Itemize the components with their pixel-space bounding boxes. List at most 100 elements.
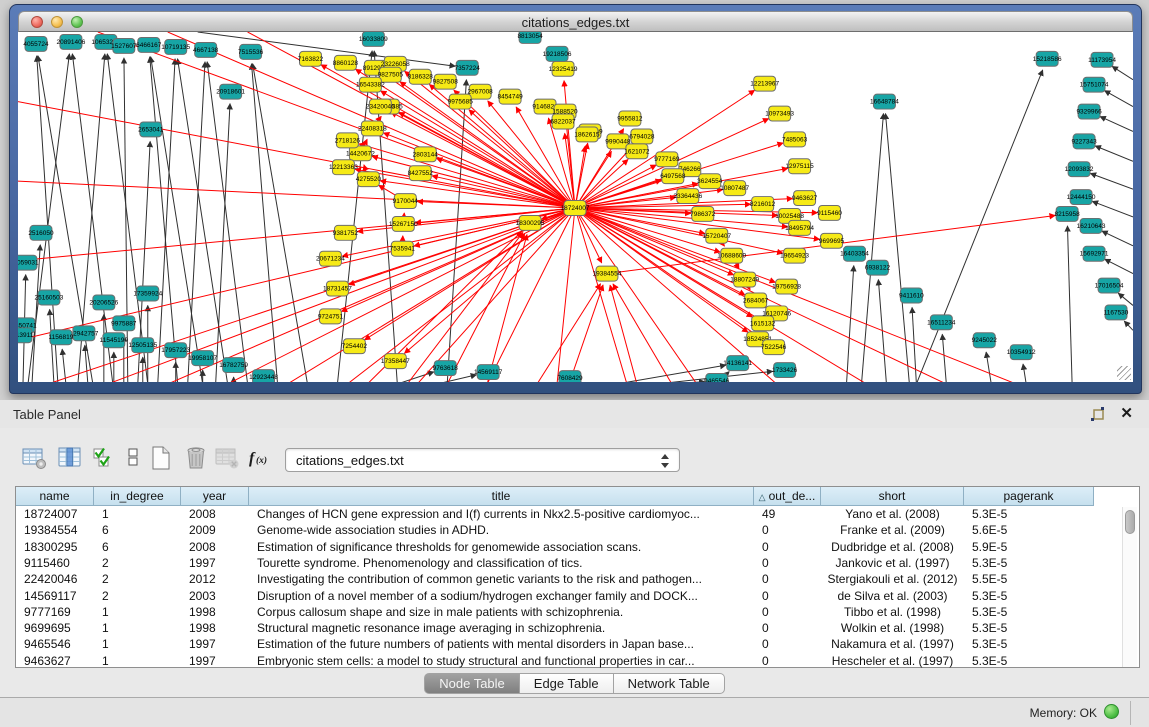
graph-node-label: 10973493 xyxy=(765,111,794,118)
table-cell: 18724007 xyxy=(16,506,94,522)
close-panel-icon[interactable]: ✕ xyxy=(1120,404,1133,422)
new-column-icon[interactable] xyxy=(148,445,174,471)
table-cell: 6 xyxy=(94,539,181,555)
table-cell: Tourette syndrome. Phenomenology and cla… xyxy=(249,555,754,571)
column-header-in-degree[interactable]: in_degree xyxy=(94,487,181,506)
table-scrollbar-thumb[interactable] xyxy=(1125,510,1135,534)
table-row[interactable]: 2242004622012Investigating the contribut… xyxy=(16,571,1124,587)
network-canvas[interactable]: 1872400716012385224083181442067242755209… xyxy=(18,32,1133,382)
graph-node-label: 8454749 xyxy=(497,94,523,101)
column-header-pagerank[interactable]: pagerank xyxy=(964,487,1094,506)
graph-node-label: 10719135 xyxy=(161,44,190,51)
graph-node-label: 9699695 xyxy=(819,238,845,245)
table-row[interactable]: 946554611997Estimation of the future num… xyxy=(16,636,1124,652)
graph-node-label: 23364436 xyxy=(673,193,702,200)
graph-node-label: 1156819 xyxy=(49,334,74,341)
graph-node-label: 18495794 xyxy=(785,225,814,232)
table-cell: Disruption of a novel member of a sodium… xyxy=(249,588,754,604)
graph-node-label: 11173954 xyxy=(1088,57,1116,64)
table-row[interactable]: 1938455462009Genome-wide association stu… xyxy=(16,522,1124,538)
table-row[interactable]: 1830029562008Estimation of significance … xyxy=(16,539,1124,555)
table-cell: 1998 xyxy=(181,604,249,620)
table-cell: 19384554 xyxy=(16,522,94,538)
network-window[interactable]: citations_edges.txt 18724007160123852240… xyxy=(9,4,1142,394)
memory-indicator[interactable] xyxy=(1104,704,1119,719)
graph-node-label: 2684067 xyxy=(743,297,769,304)
show-column-icon[interactable] xyxy=(58,445,84,471)
table-cell: 0 xyxy=(754,555,821,571)
table-cell: 0 xyxy=(754,653,821,669)
dropdown-arrows-icon xyxy=(661,452,671,470)
graph-node-label: 6497568 xyxy=(660,173,686,180)
table-cell: 2009 xyxy=(181,522,249,538)
column-header-short[interactable]: short xyxy=(821,487,964,506)
graph-node-label: 7254402 xyxy=(342,343,368,350)
graph-node-label: 12444150 xyxy=(1067,194,1096,201)
table-cell: Estimation of significance thresholds fo… xyxy=(249,539,754,555)
row-selection-icon[interactable] xyxy=(120,445,146,471)
table-cell: 9463627 xyxy=(16,653,94,669)
graph-node-label: 10807487 xyxy=(720,185,749,192)
network-window-titlebar[interactable]: citations_edges.txt xyxy=(18,11,1133,32)
table-row[interactable]: 1872400712008Changes of HCN gene express… xyxy=(16,506,1124,522)
graph-node-label: 19218506 xyxy=(543,51,572,58)
table-cell: 5.3E-5 xyxy=(964,620,1094,636)
table-row[interactable]: 969969511998Structural magnetic resonanc… xyxy=(16,620,1124,636)
graph-node-label: 14569117 xyxy=(474,369,503,376)
graph-node-label: 8215958 xyxy=(1054,211,1080,218)
column-header-out-de-[interactable]: △out_de... xyxy=(754,487,821,506)
table-panel-header: Table Panel ✕ xyxy=(0,400,1149,428)
delete-column-icon[interactable] xyxy=(183,445,209,471)
table-cell: 5.3E-5 xyxy=(964,636,1094,652)
table-cell: 0 xyxy=(754,588,821,604)
graph-node-label: 22408318 xyxy=(358,125,387,132)
table-mode-icon[interactable] xyxy=(22,445,48,471)
graph-node-label: 8813054 xyxy=(517,33,543,40)
table-cell: 2003 xyxy=(181,588,249,604)
table-row[interactable]: 1456911722003Disruption of a novel membe… xyxy=(16,588,1124,604)
table-cell: 5.9E-5 xyxy=(964,539,1094,555)
table-scrollbar[interactable] xyxy=(1122,507,1137,667)
function-builder-icon[interactable]: f(x) xyxy=(248,445,274,471)
table-selector-dropdown[interactable]: citations_edges.txt xyxy=(285,448,680,472)
column-header-year[interactable]: year xyxy=(181,487,249,506)
desktop-area: citations_edges.txt 18724007160123852240… xyxy=(0,0,1149,400)
graph-node-label: 9975685 xyxy=(448,99,474,106)
graph-node-label: 1733426 xyxy=(772,367,798,374)
table-row[interactable]: 977716911998Corpus callosum shape and si… xyxy=(16,604,1124,620)
table-cell: 9777169 xyxy=(16,604,94,620)
table-cell: 2 xyxy=(94,571,181,587)
column-header-title[interactable]: title xyxy=(249,487,754,506)
graph-node-label: 12923448 xyxy=(249,374,278,381)
column-header-name[interactable]: name xyxy=(16,487,94,506)
svg-text:f: f xyxy=(249,450,256,467)
canvas-resize-grip[interactable] xyxy=(1117,366,1131,380)
graph-node-label: 2718126 xyxy=(335,137,361,144)
table-row[interactable]: 911546021997Tourette syndrome. Phenomeno… xyxy=(16,555,1124,571)
tab-edge-table[interactable]: Edge Table xyxy=(520,673,614,694)
graph-node-label: 19958107 xyxy=(188,355,217,362)
float-panel-icon[interactable] xyxy=(1089,405,1107,423)
graph-node-label: 9227343 xyxy=(1071,138,1097,145)
table-cell: Corpus callosum shape and size in male p… xyxy=(249,604,754,620)
table-body: 1872400712008Changes of HCN gene express… xyxy=(16,506,1124,669)
graph-node-label: 16648784 xyxy=(870,99,899,106)
graph-node-label: 15751074 xyxy=(1080,82,1109,89)
column-header-label: year xyxy=(203,489,226,503)
graph-node-label: 20206526 xyxy=(89,299,118,306)
table-cell: 49 xyxy=(754,506,821,522)
tab-node-table[interactable]: Node Table xyxy=(424,673,520,694)
graph-node-label: 9975887 xyxy=(111,320,137,327)
graph-node-label: 9777169 xyxy=(654,156,680,163)
table-cell: 6 xyxy=(94,522,181,538)
network-canvas-svg[interactable]: 1872400716012385224083181442067242755209… xyxy=(18,32,1133,382)
network-nodes[interactable]: 1872400716012385224083181442067242755209… xyxy=(18,32,1129,382)
graph-node-label: 14136141 xyxy=(723,360,752,367)
table-row[interactable]: 946362711997Embryonic stem cells: a mode… xyxy=(16,653,1124,669)
table-cell: 0 xyxy=(754,636,821,652)
graph-node-label: 16210643 xyxy=(1077,223,1106,230)
graph-node-label: 7357224 xyxy=(455,65,481,72)
tab-network-table[interactable]: Network Table xyxy=(614,673,725,694)
table-cell: 1 xyxy=(94,604,181,620)
select-all-icon[interactable] xyxy=(92,445,118,471)
